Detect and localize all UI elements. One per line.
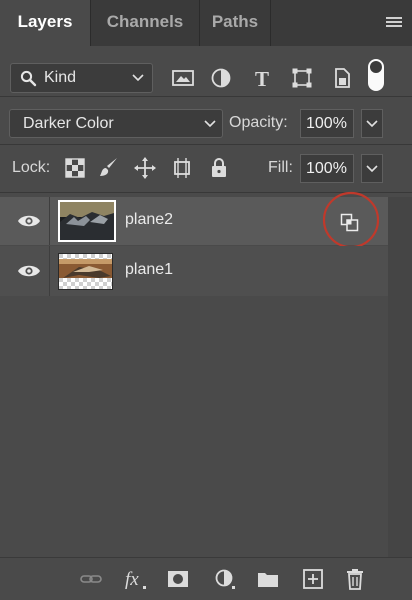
- svg-text:T: T: [255, 67, 269, 90]
- new-group-icon[interactable]: [256, 568, 280, 590]
- layer-thumbnail-image: [60, 202, 114, 240]
- layer-name[interactable]: plane1: [125, 261, 173, 279]
- toggle-knob: [370, 61, 382, 73]
- section-divider: [0, 96, 412, 97]
- chevron-down-icon: [366, 165, 378, 173]
- hamburger-menu-icon[interactable]: [386, 17, 402, 29]
- lock-transparent-pixels-icon[interactable]: [63, 156, 87, 180]
- fill-label: Fill:: [268, 159, 293, 176]
- adjustment-filter-icon[interactable]: [209, 66, 233, 90]
- lock-label: Lock:: [12, 159, 51, 176]
- filter-toggle-switch[interactable]: [368, 59, 384, 91]
- trash-icon[interactable]: [343, 568, 367, 590]
- add-mask-icon[interactable]: [166, 568, 190, 590]
- layer-thumbnail[interactable]: [58, 253, 113, 290]
- panel-tabs: Layers Channels Paths: [0, 0, 412, 46]
- lock-image-pixels-icon[interactable]: [97, 156, 121, 180]
- visibility-separator: [49, 246, 50, 296]
- svg-text:fx: fx: [125, 569, 139, 590]
- tab-layers[interactable]: Layers: [0, 0, 90, 46]
- lock-all-icon[interactable]: [207, 156, 231, 180]
- chevron-down-icon: [132, 74, 144, 82]
- layer-name[interactable]: plane2: [125, 211, 173, 229]
- layers-footer: fx: [0, 557, 412, 600]
- lock-position-icon[interactable]: [133, 156, 157, 180]
- fill-slider-button[interactable]: [361, 154, 383, 183]
- filter-kind-dropdown[interactable]: Kind: [10, 63, 153, 93]
- layers-scrollbar[interactable]: [388, 197, 412, 557]
- chevron-down-icon: [366, 120, 378, 128]
- layer-thumbnail-image: [59, 254, 112, 289]
- opacity-input[interactable]: 100%: [300, 109, 354, 138]
- layer-row-plane1[interactable]: plane1: [0, 246, 388, 296]
- lock-artboard-icon[interactable]: [170, 156, 194, 180]
- opacity-label: Opacity:: [229, 114, 288, 131]
- visibility-separator: [49, 197, 50, 245]
- shape-filter-icon[interactable]: [290, 66, 314, 90]
- annotation-circle: [322, 191, 380, 249]
- opacity-slider-button[interactable]: [361, 109, 383, 138]
- visibility-eye-icon[interactable]: [17, 213, 41, 229]
- layer-thumbnail[interactable]: [58, 200, 116, 242]
- visibility-eye-icon[interactable]: [17, 263, 41, 279]
- layer-filter-row: Kind T: [0, 46, 412, 96]
- fx-icon[interactable]: fx: [124, 568, 148, 590]
- smart-object-filter-icon[interactable]: [330, 66, 354, 90]
- filter-kind-label: Kind: [44, 69, 77, 86]
- layer-row-plane2[interactable]: plane2: [0, 191, 388, 249]
- search-icon: [20, 70, 37, 87]
- type-filter-icon[interactable]: T: [250, 66, 274, 90]
- tab-divider: [270, 0, 271, 46]
- new-layer-icon[interactable]: [301, 568, 325, 590]
- new-adjustment-icon[interactable]: [213, 568, 237, 590]
- fill-input[interactable]: 100%: [300, 154, 354, 183]
- tab-paths[interactable]: Paths: [200, 0, 270, 46]
- tab-channels[interactable]: Channels: [91, 0, 199, 46]
- section-divider: [0, 144, 412, 145]
- link-layers-icon[interactable]: [79, 568, 103, 590]
- image-filter-icon[interactable]: [171, 66, 195, 90]
- blend-mode-dropdown[interactable]: Darker Color: [9, 109, 223, 138]
- blend-mode-label: Darker Color: [23, 115, 114, 132]
- chevron-down-icon: [204, 120, 216, 128]
